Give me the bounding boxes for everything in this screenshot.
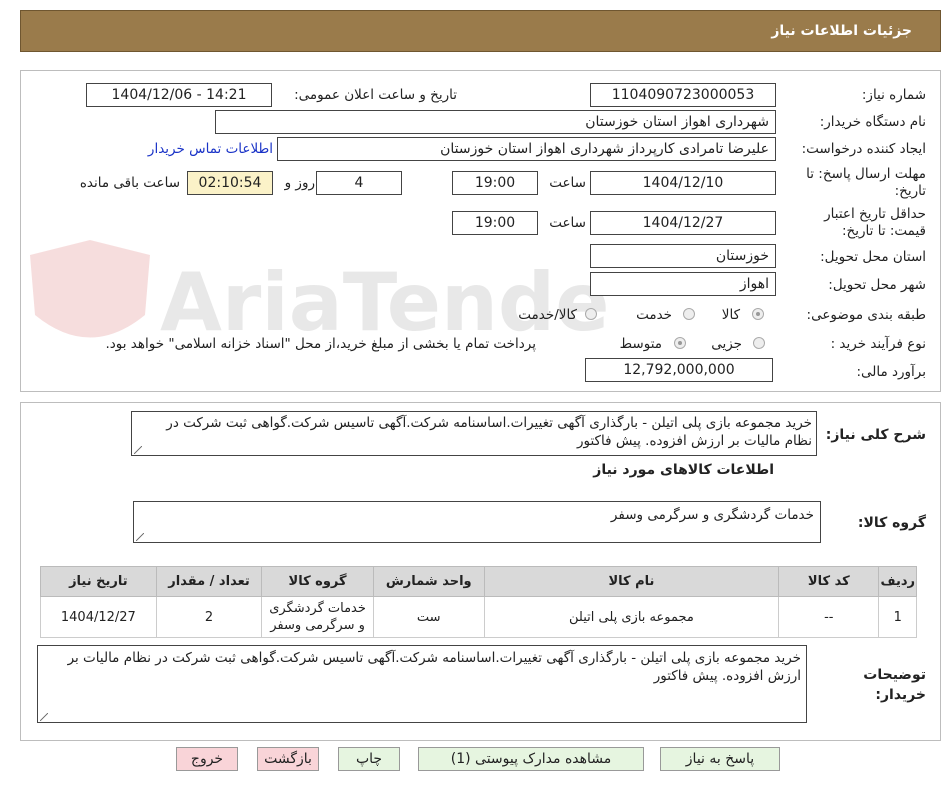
budget-label: برآورد مالی:	[856, 364, 926, 380]
page-title: جزئیات اطلاعات نیاز	[771, 23, 912, 39]
province-label: استان محل تحویل:	[820, 249, 926, 265]
cell-qty: 2	[155, 596, 263, 638]
buyer-org-field: شهرداری اهواز استان خوزستان	[215, 110, 776, 134]
requester-label: ایجاد کننده درخواست:	[801, 141, 926, 157]
goods-table: ردیف کد کالا نام کالا واحد شمارش گروه کا…	[40, 566, 917, 638]
city-label: شهر محل تحویل:	[828, 277, 926, 293]
deadline-date-field: 1404/12/10	[590, 171, 776, 195]
need-number-label: شماره نیاز:	[861, 87, 926, 103]
validity-label: حداقل تاریخ اعتبار قیمت: تا تاریخ:	[824, 206, 926, 239]
col-code-header: کد کالا	[778, 566, 880, 597]
budget-field: 12,792,000,000	[585, 358, 773, 382]
buyer-org-label: نام دستگاه خریدار:	[819, 114, 926, 130]
cell-date: 1404/12/27	[40, 596, 157, 638]
col-unit-header: واحد شمارش	[372, 566, 485, 597]
goods-group-text: خدمات گردشگری و سرگرمی وسفر	[610, 507, 814, 523]
summary-label: شرح کلی نیاز:	[825, 427, 926, 443]
col-date-header: تاریخ نیاز	[40, 566, 157, 597]
back-button[interactable]: بازگشت	[257, 747, 319, 771]
buyer-contact-link[interactable]: اطلاعات تماس خریدار	[148, 141, 273, 157]
goods-group-label: گروه کالا:	[857, 515, 926, 531]
province-field: خوزستان	[590, 244, 776, 268]
process-minor-radio[interactable]	[753, 337, 765, 349]
col-name-header: نام کالا	[483, 566, 780, 597]
resize-handle-icon[interactable]	[40, 713, 48, 721]
category-goods-service-radio[interactable]	[585, 308, 597, 320]
announce-label: تاریخ و ساعت اعلان عمومی:	[294, 87, 457, 103]
cell-code: --	[778, 596, 880, 638]
days-label: روز و	[284, 175, 315, 191]
goods-info-title: اطلاعات کالاهای مورد نیاز	[593, 462, 774, 478]
announce-field: 1404/12/06 - 14:21	[86, 83, 272, 107]
page-header: جزئیات اطلاعات نیاز	[20, 10, 941, 52]
validity-date-field: 1404/12/27	[590, 211, 776, 235]
deadline-label: مهلت ارسال پاسخ: تا تاریخ:	[806, 166, 926, 199]
buyer-notes-textarea[interactable]: خرید مجموعه بازی پلی اتیلن - بارگذاری آگ…	[37, 645, 807, 723]
buyer-notes-text: خرید مجموعه بازی پلی اتیلن - بارگذاری آگ…	[67, 650, 801, 684]
col-group-header: گروه کالا	[261, 566, 374, 597]
process-medium-label: متوسط	[619, 336, 662, 352]
category-service-radio[interactable]	[683, 308, 695, 320]
category-goods-radio[interactable]	[752, 308, 764, 320]
remaining-time-label: ساعت باقی مانده	[79, 175, 180, 191]
process-medium-radio[interactable]	[674, 337, 686, 349]
resize-handle-icon[interactable]	[134, 446, 142, 454]
cell-row: 1	[878, 596, 917, 638]
attachments-button[interactable]: مشاهده مدارک پیوستی (1)	[418, 747, 644, 771]
col-qty-header: تعداد / مقدار	[155, 566, 263, 597]
deadline-time-field: 19:00	[452, 171, 538, 195]
table-header-row: ردیف کد کالا نام کالا واحد شمارش گروه کا…	[40, 566, 917, 597]
goods-group-textarea[interactable]: خدمات گردشگری و سرگرمی وسفر	[133, 501, 821, 543]
process-label: نوع فرآیند خرید :	[830, 336, 926, 352]
process-note: پرداخت تمام یا بخشی از مبلغ خرید،از محل …	[105, 336, 536, 352]
deadline-time-label: ساعت	[549, 175, 586, 191]
requester-field: علیرضا تامرادی کارپرداز شهرداری اهواز اس…	[277, 137, 776, 161]
resize-handle-icon[interactable]	[136, 533, 144, 541]
category-service-label: خدمت	[636, 307, 672, 323]
validity-time-field: 19:00	[452, 211, 538, 235]
col-row-header: ردیف	[878, 566, 917, 597]
need-number-field: 1104090723000053	[590, 83, 776, 107]
cell-group: خدمات گردشگری و سرگرمی وسفر	[261, 596, 374, 638]
exit-button[interactable]: خروج	[176, 747, 238, 771]
buyer-notes-label: توضیحات خریدار:	[863, 667, 926, 703]
summary-text: خرید مجموعه بازی پلی اتیلن - بارگذاری آگ…	[166, 415, 812, 449]
summary-textarea[interactable]: خرید مجموعه بازی پلی اتیلن - بارگذاری آگ…	[131, 411, 817, 456]
category-goods-label: کالا	[721, 307, 740, 323]
validity-time-label: ساعت	[549, 215, 586, 231]
table-row: 1 -- مجموعه بازی پلی اتیلن ست خدمات گردش…	[40, 596, 917, 638]
print-button[interactable]: چاپ	[338, 747, 400, 771]
remaining-time-field: 02:10:54	[187, 171, 273, 195]
city-field: اهواز	[590, 272, 776, 296]
cell-unit: ست	[372, 596, 485, 638]
days-remaining-field: 4	[316, 171, 402, 195]
reply-button[interactable]: پاسخ به نیاز	[660, 747, 780, 771]
cell-name: مجموعه بازی پلی اتیلن	[483, 596, 780, 638]
category-label: طبقه بندی موضوعی:	[806, 307, 926, 323]
process-minor-label: جزیی	[711, 336, 742, 352]
category-goods-service-label: کالا/خدمت	[518, 307, 577, 323]
